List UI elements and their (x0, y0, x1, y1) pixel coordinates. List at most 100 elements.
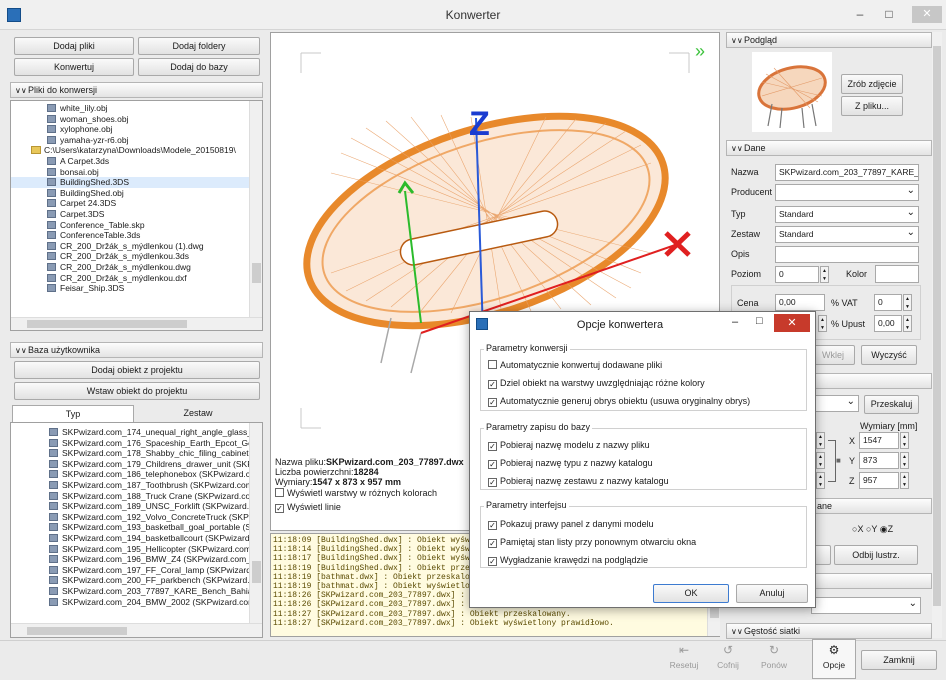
radio-z[interactable]: Z (888, 524, 894, 534)
mirror-button[interactable]: Odbij lustrz. (834, 545, 918, 565)
right-vscroll[interactable] (932, 32, 942, 638)
scroll-thumb[interactable] (933, 46, 941, 606)
level-stepper-icon[interactable]: ▲ ▼ (820, 266, 829, 283)
dim-stepper-icon[interactable]: ▲ ▼ (816, 432, 825, 449)
unit-select[interactable] (811, 395, 859, 412)
file-item[interactable]: CR_200_Držák_s_mýdlenkou.3ds (11, 251, 249, 262)
dialog-maximize-icon[interactable]: □ (756, 315, 763, 327)
clear-button[interactable]: Wyczyść (861, 345, 917, 365)
z-stepper-icon[interactable]: ▲ ▼ (900, 472, 909, 489)
dim-stepper-icon[interactable]: ▲ ▼ (816, 452, 825, 469)
data-header[interactable]: ∨∨ Dane (726, 140, 932, 156)
price-input[interactable]: 0,00 (775, 294, 825, 311)
db-item[interactable]: SKPwizard.com_178_Shabby_chic_filing_cab… (11, 448, 249, 459)
db-item[interactable]: SKPwizard.com_194_basketballcourt (SKPwi… (11, 533, 249, 544)
discount-input[interactable]: 0,00 (874, 315, 902, 332)
option-checkbox[interactable]: ✓ Pamiętaj stan listy przy ponownym otwar… (488, 535, 803, 553)
preview-header[interactable]: ∨∨ Podgląd (726, 32, 932, 48)
file-item[interactable]: white_lily.obj (11, 103, 249, 114)
options-button[interactable]: ⚙ Opcje (812, 639, 856, 679)
vat-input[interactable]: 0 (874, 294, 902, 311)
db-item[interactable]: SKPwizard.com_176_Spaceship_Earth_Epcot_… (11, 438, 249, 449)
scale-button[interactable]: Przeskaluj (864, 395, 919, 414)
file-item[interactable]: yamaha-yzr-r6.obj (11, 135, 249, 146)
show-layers-checkbox[interactable]: Wyświetl warstwy w różnych kolorach (275, 488, 437, 498)
option-checkbox[interactable]: Automatycznie konwertuj dodawane pliki (488, 358, 803, 376)
option-checkbox[interactable]: ✓ Automatycznie generuj obrys obiektu (us… (488, 394, 803, 412)
user-db-list[interactable]: SKPwizard.com_174_unequal_right_angle_gl… (10, 422, 263, 638)
tab-set[interactable]: Zestaw (136, 405, 260, 422)
dialog-close-button[interactable]: ✕ (774, 314, 810, 332)
from-file-button[interactable]: Z pliku... (841, 96, 903, 116)
db-item[interactable]: SKPwizard.com_193_basketball_goal_portab… (11, 522, 249, 533)
convert-button[interactable]: Konwertuj (14, 58, 134, 76)
db-vscroll[interactable] (249, 423, 262, 623)
add-to-db-button[interactable]: Dodaj do bazy (138, 58, 260, 76)
cancel-button[interactable]: Anuluj (736, 584, 808, 603)
file-item[interactable]: Carpet 24.3DS (11, 198, 249, 209)
ok-button[interactable]: OK (653, 584, 729, 603)
files-vscroll[interactable] (249, 101, 262, 317)
reset-button[interactable]: ⇤ Resetuj (662, 640, 706, 680)
file-item[interactable]: CR_200_Držák_s_mýdlenkou.dxf (11, 273, 249, 284)
files-hscroll[interactable] (11, 317, 262, 330)
hscroll-thumb[interactable] (27, 320, 187, 328)
file-item[interactable]: BuildingShed.3DS (11, 177, 249, 188)
user-db-header[interactable]: ∨∨ Baza użytkownika (10, 342, 263, 358)
show-lines-checkbox[interactable]: ✓ Wyświetl linie (275, 502, 341, 513)
db-item[interactable]: SKPwizard.com_200_FF_parkbench (SKPwizar… (11, 575, 249, 586)
expand-panel-icon[interactable]: » (695, 41, 705, 61)
maximize-icon[interactable]: □ (878, 6, 900, 22)
db-item[interactable]: SKPwizard.com_195_Hellicopter (SKPwizard… (11, 544, 249, 555)
db-item[interactable]: SKPwizard.com_189_UNSC_Forklift (SKPwiza… (11, 501, 249, 512)
file-item[interactable]: CR_200_Držák_s_mýdlenkou (1).dwg (11, 241, 249, 252)
files-section-header[interactable]: ∨∨ Pliki do konwersji (10, 82, 263, 98)
tab-type[interactable]: Typ (12, 405, 134, 423)
insert-to-project-button[interactable]: Wstaw obiekt do projektu (14, 382, 260, 400)
folder-item[interactable]: C:\Users\katarzyna\Downloads\Modele_2015… (11, 145, 249, 156)
file-item[interactable]: Feisar_Ship.3DS (11, 283, 249, 294)
option-checkbox[interactable]: ✓ Pobieraj nazwę modelu z nazwy pliku (488, 438, 803, 456)
minimize-icon[interactable]: – (849, 6, 871, 22)
take-photo-button[interactable]: Zrób zdjęcie (841, 74, 903, 94)
db-item[interactable]: SKPwizard.com_197_FF_Coral_lamp (SKPwiza… (11, 565, 249, 576)
db-item[interactable]: SKPwizard.com_204_BMW_2002 (SKPwizard.co… (11, 597, 249, 608)
x-input[interactable]: 1547 (859, 432, 899, 449)
db-item[interactable]: SKPwizard.com_186_telephonebox (SKPwizar… (11, 469, 249, 480)
option-checkbox[interactable]: ✓ Wygładzanie krawędzi na podglądzie (488, 553, 803, 571)
extra-select[interactable] (811, 597, 921, 614)
file-item[interactable]: BuildingShed.obj (11, 188, 249, 199)
discount-stepper-icon[interactable]: ▲ ▼ (903, 315, 912, 332)
discount-stepper-left-icon[interactable]: ▲ ▼ (818, 315, 827, 332)
desc-input[interactable] (775, 246, 919, 263)
option-checkbox[interactable]: ✓ Pobieraj nazwę typu z nazwy katalogu (488, 456, 803, 474)
file-item[interactable]: woman_shoes.obj (11, 114, 249, 125)
close-window-button[interactable]: ✕ (912, 6, 942, 23)
set-select[interactable]: Standard (775, 226, 919, 243)
hscroll-thumb[interactable] (27, 627, 127, 635)
density-header[interactable]: ∨∨ Gęstość siatki (726, 623, 932, 639)
scroll-thumb[interactable] (252, 561, 261, 583)
dialog-minimize-icon[interactable]: – (732, 316, 738, 328)
file-item[interactable]: CR_200_Držák_s_mýdlenkou.dwg (11, 262, 249, 273)
option-checkbox[interactable]: ✓ Pokazuj prawy panel z danymi modelu (488, 517, 803, 535)
type-select[interactable]: Standard (775, 206, 919, 223)
option-checkbox[interactable]: ✓ Dziel obiekt na warstwy uwzględniając r… (488, 376, 803, 394)
db-item[interactable]: SKPwizard.com_203_77897_KARE_Bench_Bahia… (11, 586, 249, 597)
file-item[interactable]: ConferenceTable.3ds (11, 230, 249, 241)
db-hscroll[interactable] (11, 623, 262, 637)
y-stepper-icon[interactable]: ▲ ▼ (900, 452, 909, 469)
z-input[interactable]: 957 (859, 472, 899, 489)
name-input[interactable]: SKPwizard.com_203_77897_KARE_Ber (775, 164, 919, 181)
color-swatch[interactable] (875, 265, 919, 283)
db-item[interactable]: SKPwizard.com_196_BMW_Z4 (SKPwizard.com_… (11, 554, 249, 565)
redo-button[interactable]: ↻ Ponów (752, 640, 796, 680)
paste-button[interactable]: Wklej (811, 345, 855, 365)
file-item[interactable]: Carpet.3DS (11, 209, 249, 220)
db-item[interactable]: SKPwizard.com_187_Toothbrush (SKPwizard.… (11, 480, 249, 491)
radio-x[interactable]: X (857, 524, 863, 534)
lock-icon[interactable]: ■ (836, 456, 841, 465)
add-from-project-button[interactable]: Dodaj obiekt z projektu (14, 361, 260, 379)
db-item[interactable]: SKPwizard.com_179_Childrens_drawer_unit … (11, 459, 249, 470)
add-folders-button[interactable]: Dodaj foldery (138, 37, 260, 55)
